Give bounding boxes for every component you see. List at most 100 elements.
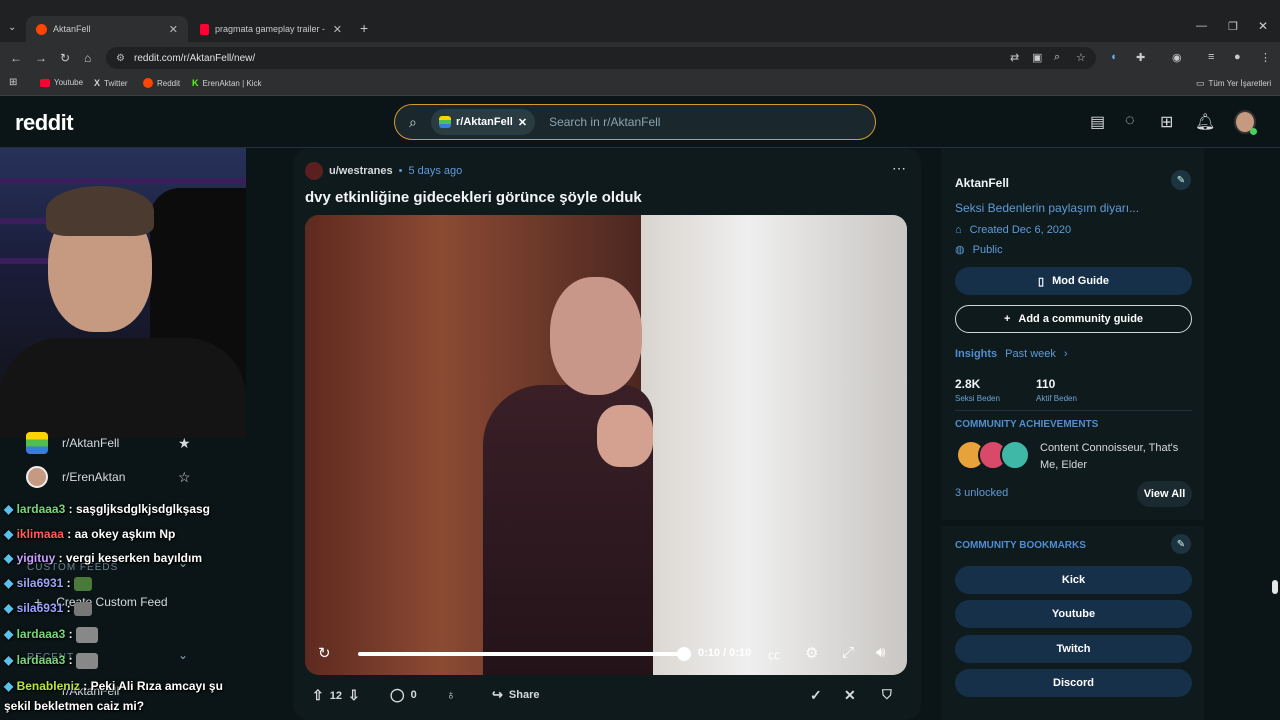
- bookmark-kick[interactable]: K ErenAktan | Kick: [192, 78, 262, 88]
- post-meta: u/westranes • 5 days ago: [305, 162, 462, 180]
- bookmark-reddit[interactable]: Reddit: [143, 78, 180, 88]
- sidebar-item-aktanfell[interactable]: r/AktanFell ★: [26, 432, 191, 454]
- replay-icon[interactable]: ↻: [318, 644, 331, 662]
- bookmark-kick-button[interactable]: Kick: [955, 566, 1192, 594]
- bookmark-label: Youtube: [54, 78, 84, 87]
- post-title[interactable]: dvy etkinliğine gidecekleri görünce şöyl…: [305, 189, 642, 206]
- award-button[interactable]: ♁: [446, 687, 456, 702]
- restore-icon[interactable]: ❐: [1228, 20, 1238, 33]
- reload-icon[interactable]: ↻: [60, 51, 70, 65]
- settings-gear-icon[interactable]: ⚙: [805, 644, 818, 662]
- ads-icon[interactable]: ▤: [1090, 112, 1105, 132]
- close-tab-icon[interactable]: ✕: [169, 23, 178, 36]
- search-input[interactable]: Search in r/AktanFell: [549, 115, 660, 129]
- zoom-icon[interactable]: ⌕: [1054, 51, 1060, 64]
- back-icon[interactable]: ←: [10, 51, 22, 65]
- mod-guide-button[interactable]: ▯ Mod Guide: [955, 267, 1192, 295]
- created-label: Created Dec 6, 2020: [969, 224, 1072, 236]
- edit-community-icon[interactable]: ✎: [1171, 170, 1191, 190]
- video-frame-wall: [641, 215, 907, 675]
- remove-icon[interactable]: ✕: [844, 687, 856, 704]
- address-bar[interactable]: ⚙ reddit.com/r/AktanFell/new/: [106, 47, 1096, 69]
- favorite-star-outline-icon[interactable]: ☆: [178, 469, 191, 486]
- tab-youtube[interactable]: pragmata gameplay trailer - YouTu ✕: [190, 16, 352, 42]
- fullscreen-icon[interactable]: ⤢: [842, 644, 854, 661]
- share-button[interactable]: ↪ Share: [492, 687, 539, 703]
- guide-icon: ▯: [1038, 275, 1045, 288]
- notifications-icon[interactable]: 🔔︎: [1195, 112, 1215, 132]
- achievement-badge-icon[interactable]: [1000, 440, 1030, 470]
- upvote-button[interactable]: ⇧ 12 ⇩: [312, 687, 360, 704]
- video-player[interactable]: [305, 215, 907, 675]
- all-bookmarks[interactable]: ▭ Tüm Yer İşaretleri: [1196, 78, 1271, 89]
- recent-chevron-icon[interactable]: ⌄: [178, 648, 188, 662]
- mod-guide-label: Mod Guide: [1052, 275, 1109, 287]
- extension-icon[interactable]: ◖: [1110, 51, 1117, 63]
- chat-emote-icon: [73, 576, 92, 591]
- bookmark-twitch-button[interactable]: Twitch: [955, 635, 1192, 663]
- scrollbar-thumb[interactable]: [1272, 580, 1278, 594]
- favorite-star-filled-icon[interactable]: ★: [178, 435, 191, 452]
- stat-active-label: Aktif Beden: [1036, 394, 1077, 403]
- chat-icon[interactable]: ◌: [1125, 112, 1135, 130]
- bookmark-label: Reddit: [157, 78, 181, 88]
- incognito-icon[interactable]: ◉: [1172, 51, 1182, 64]
- close-tab-icon[interactable]: ✕: [333, 23, 342, 36]
- insights-range[interactable]: Past week: [1005, 348, 1056, 360]
- home-icon[interactable]: ⌂: [84, 51, 91, 65]
- media-icon[interactable]: ≡: [1208, 51, 1214, 63]
- tab-aktanfell[interactable]: AktanFell ✕: [26, 16, 188, 42]
- menu-icon[interactable]: ⋮: [1260, 51, 1271, 64]
- volume-icon[interactable]: 🔊︎: [876, 644, 885, 661]
- comment-icon: ◯: [390, 687, 405, 702]
- chat-text: saşgljksdglkjsdglkşasg: [75, 502, 211, 516]
- install-icon[interactable]: ▣: [1032, 51, 1042, 64]
- bookmark-youtube-button[interactable]: Youtube: [955, 600, 1192, 628]
- view-all-button[interactable]: View All: [1137, 481, 1192, 507]
- bookmark-label: Discord: [1053, 677, 1094, 689]
- new-tab-icon[interactable]: +: [360, 20, 368, 36]
- profile-icon[interactable]: ●: [1234, 51, 1241, 63]
- apps-grid-icon[interactable]: ⊞: [9, 77, 17, 88]
- page-scrollbar[interactable]: [1270, 148, 1280, 708]
- forward-icon[interactable]: →: [35, 51, 47, 65]
- search-bar[interactable]: ⌕ r/AktanFell ✕ Search in r/AktanFell: [394, 104, 876, 140]
- edit-bookmarks-icon[interactable]: ✎: [1171, 534, 1191, 554]
- create-post-icon[interactable]: ⊞: [1160, 112, 1173, 132]
- community-avatar-icon: [26, 432, 48, 454]
- site-info-icon[interactable]: ⚙: [116, 53, 125, 64]
- reddit-logo[interactable]: reddit: [15, 110, 74, 136]
- sidebar-item-erenaktan[interactable]: r/ErenAktan ☆: [26, 466, 191, 488]
- post-options-icon[interactable]: ⋯: [892, 160, 906, 177]
- chat-emote-icon: [73, 601, 92, 616]
- mod-shield-icon[interactable]: ⛉: [882, 687, 892, 703]
- bookmark-twitter[interactable]: X Twitter: [94, 78, 128, 88]
- close-window-icon[interactable]: ✕: [1258, 19, 1268, 33]
- tab-search-icon[interactable]: ⌄: [8, 22, 16, 33]
- chat-message: ◆ sila6931 :: [4, 601, 92, 616]
- minimize-icon[interactable]: —: [1196, 20, 1207, 32]
- search-community-chip[interactable]: r/AktanFell ✕: [431, 109, 536, 135]
- puzzle-icon[interactable]: ✚: [1136, 51, 1145, 64]
- downvote-icon[interactable]: ⇩: [348, 687, 360, 704]
- captions-icon[interactable]: ㏄: [768, 646, 780, 663]
- bookmark-star-icon[interactable]: ☆: [1076, 51, 1086, 64]
- chat-username: lardaaa3: [16, 627, 66, 642]
- approve-icon[interactable]: ✓: [810, 687, 822, 704]
- chat-emote-icon: [75, 627, 98, 643]
- chat-badge-icon: ◆: [4, 576, 14, 590]
- insights-row[interactable]: Insights Past week ›: [955, 348, 1068, 360]
- video-progress-bar[interactable]: [358, 652, 684, 656]
- video-progress-handle[interactable]: [677, 647, 691, 661]
- bookmark-discord-button[interactable]: Discord: [955, 669, 1192, 697]
- translate-icon[interactable]: ⇄: [1010, 51, 1019, 64]
- chip-remove-icon[interactable]: ✕: [518, 116, 527, 129]
- comments-button[interactable]: ◯ 0: [390, 687, 417, 703]
- bookmark-youtube[interactable]: Youtube: [40, 78, 83, 87]
- chat-text: aa okey aşkım Np: [74, 527, 176, 541]
- streamer-shirt: [0, 338, 246, 438]
- post-author[interactable]: u/westranes: [329, 165, 393, 177]
- author-avatar[interactable]: [305, 162, 323, 180]
- add-community-guide-button[interactable]: + Add a community guide: [955, 305, 1192, 333]
- video-figure-head: [550, 277, 642, 395]
